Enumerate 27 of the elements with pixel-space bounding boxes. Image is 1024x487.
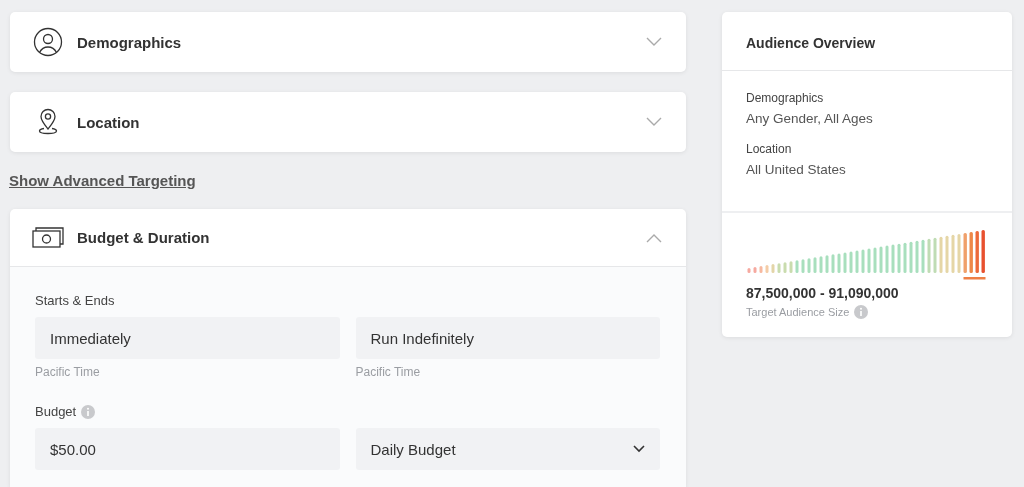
summary-value: All United States: [746, 162, 847, 177]
budget-amount-field[interactable]: $50.00: [35, 428, 340, 470]
field-label: Budget: [35, 404, 77, 419]
field-hint: Pacific Time: [35, 365, 101, 379]
chevron-down-icon[interactable]: [646, 117, 662, 127]
info-icon[interactable]: [81, 404, 96, 419]
chevron-up-icon[interactable]: [646, 232, 662, 243]
person-icon: [32, 27, 64, 57]
section-title: Location: [77, 113, 141, 131]
caret-icon: [633, 445, 645, 453]
show-advanced-targeting-link[interactable]: Show Advanced Targeting: [9, 172, 196, 189]
section-title: Budget & Duration: [77, 229, 211, 246]
date-field[interactable]: Run Indefinitely: [355, 317, 660, 359]
info-icon[interactable]: [854, 305, 869, 319]
summary-label: Demographics: [746, 91, 825, 105]
summary-label: Location: [746, 142, 793, 156]
audience-size-range: 87,500,000 - 91,090,000: [746, 285, 900, 301]
banknotes-icon: [32, 225, 64, 250]
field-label: Starts & Ends: [35, 293, 116, 308]
chevron-down-icon[interactable]: [646, 37, 662, 47]
summary-value: Any Gender, All Ages: [746, 111, 874, 126]
card-title: Audience Overview: [746, 35, 876, 51]
field-hint: Pacific Time: [355, 365, 422, 379]
section-title: Demographics: [77, 33, 183, 51]
budget-type-dropdown[interactable]: Daily Budget: [355, 428, 660, 470]
audience-size-label: Target Audience Size: [746, 306, 850, 318]
date-field[interactable]: Immediately: [35, 317, 340, 359]
